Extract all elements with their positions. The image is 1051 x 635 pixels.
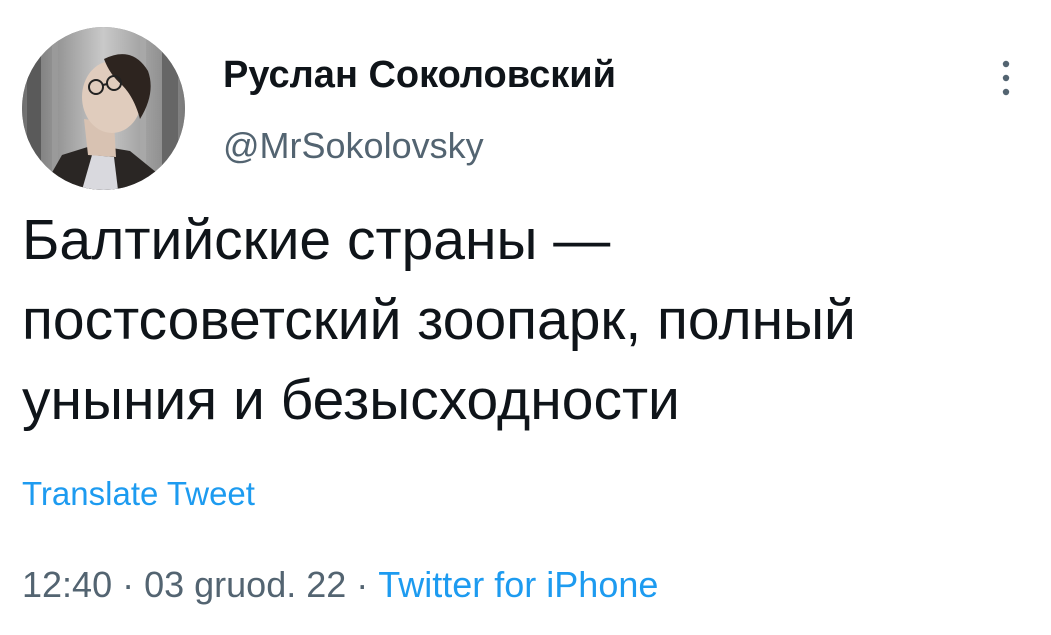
- tweet-time[interactable]: 12:40: [22, 564, 112, 605]
- avatar-photo: [22, 27, 185, 190]
- tweet-card: Руслан Соколовский @MrSokolovsky Балтийс…: [0, 0, 1051, 635]
- tweet-text-line: Балтийские страны —: [22, 208, 611, 272]
- tweet-text: Балтийские страны — постсоветский зоопар…: [22, 200, 1042, 440]
- tweet-text-line: постсоветский зоопарк, полный: [22, 288, 856, 352]
- meta-separator: ·: [122, 564, 135, 605]
- avatar[interactable]: [22, 27, 185, 190]
- author-handle[interactable]: @MrSokolovsky: [223, 124, 484, 168]
- tweet-text-line: уныния и безысходности: [22, 368, 680, 432]
- meta-separator: ·: [356, 564, 369, 605]
- tweet-date[interactable]: 03 gruod. 22: [144, 564, 346, 605]
- tweet-meta: 12:40 · 03 gruod. 22 · Twitter for iPhone: [22, 563, 658, 607]
- author-display-name[interactable]: Руслан Соколовский: [223, 52, 616, 98]
- more-vertical-icon[interactable]: [992, 56, 1020, 100]
- tweet-source-link[interactable]: Twitter for iPhone: [378, 564, 658, 605]
- translate-tweet-link[interactable]: Translate Tweet: [22, 473, 255, 515]
